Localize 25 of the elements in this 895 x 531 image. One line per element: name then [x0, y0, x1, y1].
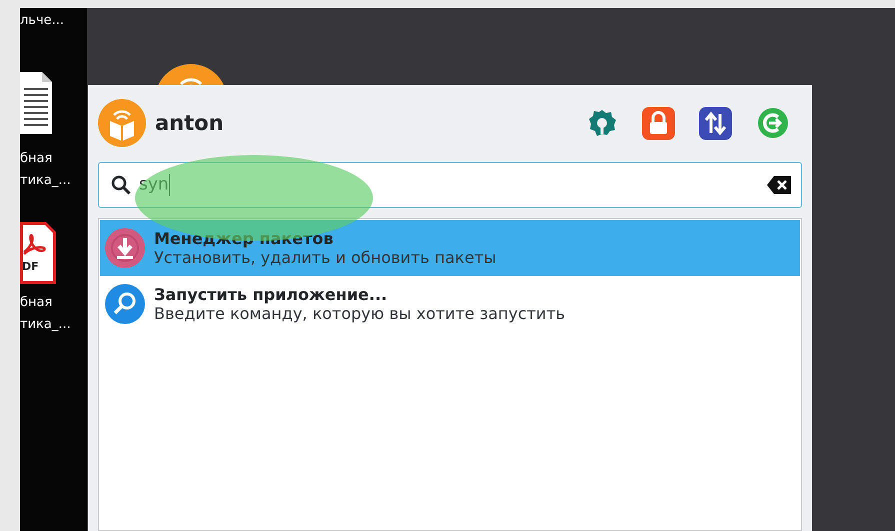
result-title: Менеджер пакетов [154, 229, 334, 248]
result-title: Запустить приложение... [154, 285, 388, 304]
result-item[interactable]: Менеджер пакетов Установить, удалить и обновить пакеты [100, 220, 800, 276]
lock-icon [642, 106, 675, 140]
user-avatar-icon [98, 99, 146, 147]
desktop-icon-label[interactable]: бная тика_... [20, 148, 71, 192]
logout-button[interactable] [755, 106, 790, 140]
logout-icon [756, 107, 788, 139]
search-icon [111, 175, 131, 195]
search-text: syn [139, 174, 171, 196]
user-name: anton [155, 111, 225, 135]
download-icon [104, 227, 146, 269]
up-down-arrows-icon [699, 106, 732, 140]
switch-user-button[interactable] [698, 106, 733, 140]
result-item[interactable]: Запустить приложение... Введите команду, которую вы хотите запустить [100, 276, 800, 332]
lock-button[interactable] [641, 106, 676, 140]
desktop-icon-label[interactable]: льче... [20, 10, 64, 32]
document-icon[interactable] [20, 72, 52, 134]
settings-icon [586, 108, 616, 138]
clear-icon[interactable] [767, 176, 791, 194]
search-icon [104, 283, 146, 325]
pdf-icon[interactable]: DF [20, 222, 56, 284]
result-description: Установить, удалить и обновить пакеты [154, 248, 496, 267]
desktop-icon-label[interactable]: бная тика_... [20, 292, 71, 336]
result-description: Введите команду, которую вы хотите запустить [154, 304, 566, 323]
